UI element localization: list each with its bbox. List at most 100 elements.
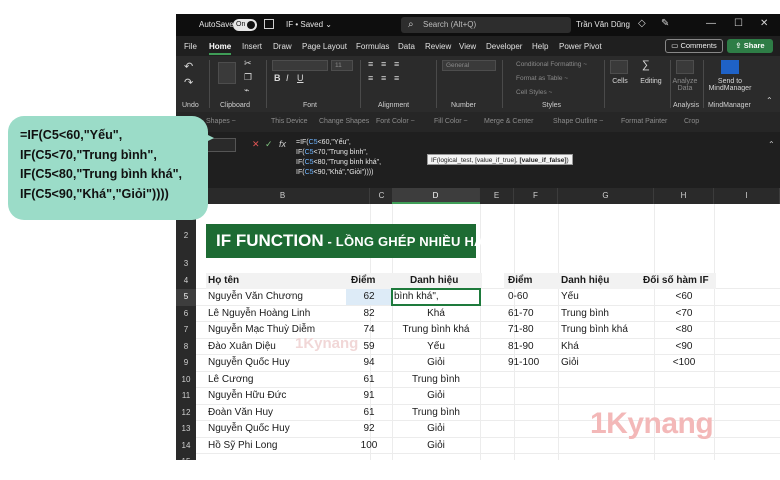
name-cell[interactable]: Hồ Sỹ Phi Long: [208, 438, 278, 455]
rank-cell[interactable]: Trung bình: [392, 372, 480, 389]
redo-icon[interactable]: ↷: [184, 76, 193, 89]
paste-icon[interactable]: [218, 62, 236, 84]
copy-icon[interactable]: ❐: [244, 72, 252, 83]
comments-button[interactable]: ▭ Comments: [665, 39, 723, 53]
column-header-i[interactable]: I: [714, 188, 780, 204]
tab-power-pivot[interactable]: Power Pivot: [559, 42, 602, 51]
score-cell[interactable]: 61: [346, 372, 392, 389]
collapse-ribbon-icon[interactable]: ⌃: [766, 96, 773, 105]
tab-draw[interactable]: Draw: [273, 42, 292, 51]
format-painter-button[interactable]: Format Painter: [621, 118, 667, 125]
name-cell[interactable]: Nguyễn Hữu Đức: [208, 388, 286, 405]
row-header[interactable]: 6: [176, 306, 196, 323]
name-cell[interactable]: Lê Nguyễn Hoàng Linh: [208, 306, 310, 323]
format-as-table-button[interactable]: Format as Table ~: [516, 75, 568, 82]
minimize-icon[interactable]: —: [706, 18, 716, 29]
name-cell[interactable]: Đoàn Văn Huy: [208, 405, 273, 422]
format-painter-icon[interactable]: ⌁: [244, 85, 249, 96]
range-cell[interactable]: 91-100: [508, 355, 539, 372]
rank-cell[interactable]: Giỏi: [392, 438, 480, 455]
column-header-h[interactable]: H: [654, 188, 714, 204]
align-center-icon[interactable]: ≡: [381, 73, 386, 83]
font-name-select[interactable]: [272, 60, 328, 71]
tab-file[interactable]: File: [184, 42, 197, 51]
score-cell[interactable]: 61: [346, 405, 392, 422]
editing-button-label[interactable]: Editing: [636, 78, 666, 85]
label-cell[interactable]: Yếu: [561, 289, 579, 306]
tab-view[interactable]: View: [459, 42, 476, 51]
row-header[interactable]: 12: [176, 405, 196, 422]
rank-cell[interactable]: Khá: [392, 306, 480, 323]
editing-icon[interactable]: ∑: [642, 59, 650, 71]
pen-icon[interactable]: ✎: [661, 18, 669, 29]
align-top-icon[interactable]: ≡: [368, 59, 373, 69]
column-header-c[interactable]: C: [370, 188, 394, 204]
condition-cell[interactable]: <90: [654, 339, 714, 356]
cut-icon[interactable]: ✂: [244, 58, 252, 69]
insert-function-icon[interactable]: fx: [279, 139, 286, 149]
share-button[interactable]: ⇪ Share: [727, 39, 773, 53]
score-cell[interactable]: 91: [346, 388, 392, 405]
function-tooltip[interactable]: IF(logical_test, [value_if_true], [value…: [427, 154, 573, 165]
row-header[interactable]: 10: [176, 372, 196, 389]
diamond-icon[interactable]: ◇: [638, 18, 646, 29]
rank-cell[interactable]: Giỏi: [392, 355, 480, 372]
label-cell[interactable]: Khá: [561, 339, 579, 356]
tab-insert[interactable]: Insert: [242, 42, 262, 51]
name-cell[interactable]: Nguyễn Văn Chương: [208, 289, 303, 306]
conditional-formatting-button[interactable]: Conditional Formatting ~: [516, 61, 587, 68]
condition-cell[interactable]: <60: [654, 289, 714, 306]
row-header[interactable]: 15: [176, 454, 196, 460]
row-header[interactable]: 4: [176, 273, 196, 290]
rank-cell[interactable]: Trung bình: [392, 405, 480, 422]
number-format-select[interactable]: General: [442, 60, 496, 71]
row-header[interactable]: 7: [176, 322, 196, 339]
align-left-icon[interactable]: ≡: [368, 73, 373, 83]
rank-cell[interactable]: Giỏi: [392, 388, 480, 405]
score-cell[interactable]: 100: [346, 438, 392, 455]
row-header[interactable]: 8: [176, 339, 196, 356]
this-device-button[interactable]: This Device: [271, 118, 308, 125]
cells-icon[interactable]: [610, 60, 628, 74]
rank-cell[interactable]: Yếu: [392, 339, 480, 356]
name-cell[interactable]: Nguyễn Quốc Huy: [208, 421, 290, 438]
name-cell[interactable]: Đào Xuân Diệu: [208, 339, 276, 356]
align-bottom-icon[interactable]: ≡: [394, 59, 399, 69]
name-cell[interactable]: Nguyễn Quốc Huy: [208, 355, 290, 372]
tab-formulas[interactable]: Formulas: [356, 42, 389, 51]
row-header[interactable]: 13: [176, 421, 196, 438]
tab-help[interactable]: Help: [532, 42, 548, 51]
name-cell[interactable]: Lê Cương: [208, 372, 254, 389]
row-header[interactable]: 3: [176, 256, 196, 273]
merge-center-button[interactable]: Merge & Center: [484, 118, 533, 125]
tab-page-layout[interactable]: Page Layout: [302, 42, 347, 51]
save-icon[interactable]: [264, 19, 274, 29]
align-right-icon[interactable]: ≡: [394, 73, 399, 83]
analyze-data-icon[interactable]: [676, 60, 694, 74]
fill-color-button[interactable]: Fill Color ~: [434, 118, 468, 125]
column-header-g[interactable]: G: [558, 188, 654, 204]
autosave-toggle[interactable]: On: [233, 19, 257, 31]
analyze-data-label[interactable]: Analyze Data: [670, 78, 700, 92]
change-shapes-button[interactable]: Change Shapes: [319, 118, 369, 125]
tab-data[interactable]: Data: [398, 42, 415, 51]
column-header-e[interactable]: E: [480, 188, 514, 204]
cancel-formula-icon[interactable]: ✕: [252, 139, 260, 150]
row-header[interactable]: 14: [176, 438, 196, 455]
column-header-b[interactable]: B: [196, 188, 370, 204]
label-cell[interactable]: Trung bình khá: [561, 322, 628, 339]
condition-cell[interactable]: <100: [654, 355, 714, 372]
score-cell[interactable]: 62: [346, 289, 392, 306]
row-header[interactable]: 9: [176, 355, 196, 372]
document-name[interactable]: IF • Saved ⌄: [286, 20, 332, 29]
row-header[interactable]: 2: [176, 228, 196, 245]
score-cell[interactable]: 92: [346, 421, 392, 438]
range-cell[interactable]: 61-70: [508, 306, 534, 323]
label-cell[interactable]: Giỏi: [561, 355, 579, 372]
column-header-f[interactable]: F: [514, 188, 558, 204]
range-cell[interactable]: 81-90: [508, 339, 534, 356]
italic-icon[interactable]: I: [286, 73, 289, 83]
close-icon[interactable]: ✕: [760, 18, 768, 29]
rank-cell[interactable]: Trung bình khá: [392, 322, 480, 339]
cell-styles-button[interactable]: Cell Styles ~: [516, 89, 552, 96]
